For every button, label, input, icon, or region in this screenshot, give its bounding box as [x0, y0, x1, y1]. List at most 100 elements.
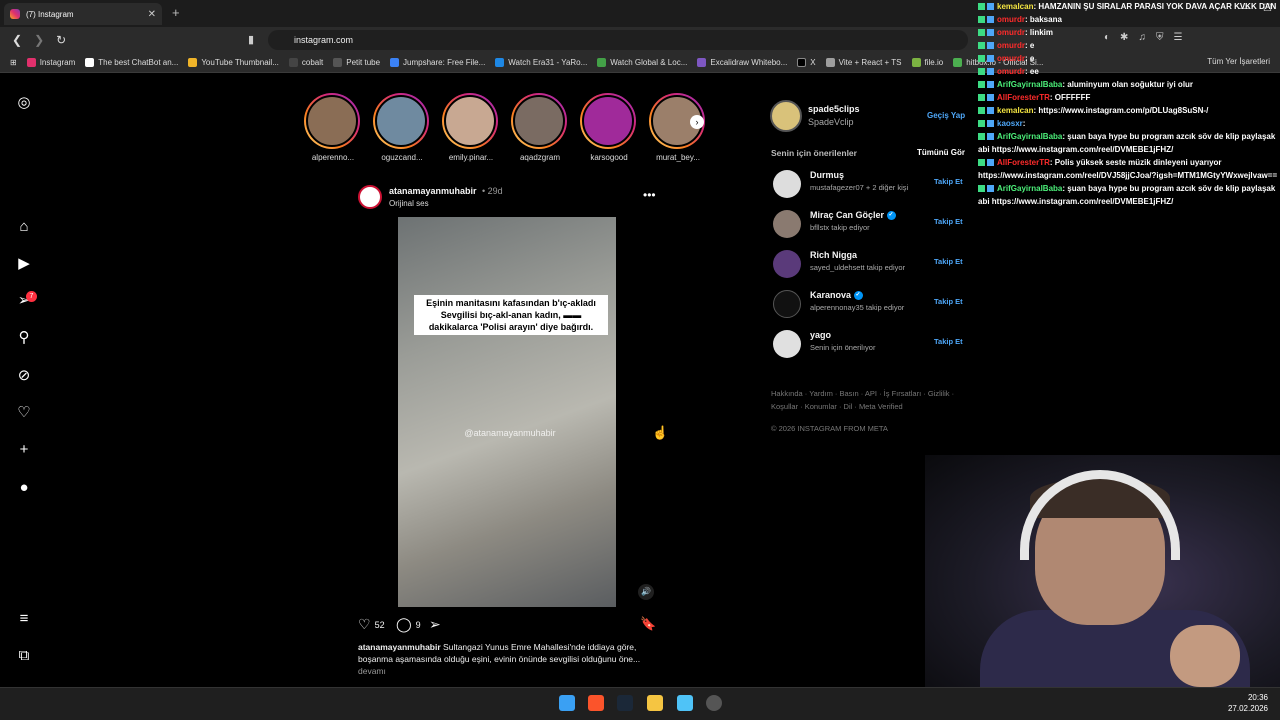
apps-grid-icon[interactable]: ⧉ [14, 646, 34, 666]
bookmark-item[interactable]: X [797, 58, 816, 67]
new-tab-icon[interactable]: + [172, 5, 180, 20]
home-icon[interactable]: ⌂ [14, 217, 34, 237]
tab-title: (7) Instagram [26, 9, 74, 19]
post-time: • 29d [482, 186, 503, 196]
browser-tab[interactable]: (7) Instagram ✕ [4, 3, 162, 25]
start-icon[interactable] [559, 695, 575, 711]
bookmark-item[interactable]: Jumpshare: Free File... [390, 58, 485, 67]
bookmark-item[interactable]: Instagram [26, 58, 75, 67]
switch-account-link[interactable]: Geçiş Yap [927, 111, 965, 120]
create-icon[interactable]: + [14, 440, 34, 460]
bookmark-item[interactable]: Watch Global & Loc... [597, 58, 687, 67]
bookmark-item[interactable]: Vite + React + TS [825, 58, 902, 67]
my-username[interactable]: spade5clips [808, 104, 860, 114]
suggestion-item: Rich Nigga sayed_uldehsett takip ediyor … [773, 250, 963, 280]
follow-button[interactable]: Takip Et [934, 217, 963, 226]
avatar[interactable] [773, 250, 801, 278]
story-item[interactable]: emily.pinar... [442, 93, 500, 162]
verified-icon: ✓ [886, 211, 896, 221]
chat-message: AllForesterTR: Polis yüksek seste müzik … [978, 158, 1278, 180]
avatar[interactable] [773, 290, 801, 318]
share-button[interactable]: ➢ [429, 616, 441, 633]
avatar[interactable] [773, 330, 801, 358]
chat-message: omurdr: linkim [973, 26, 1280, 39]
reload-icon[interactable]: ↻ [56, 33, 66, 47]
chat-message: omurdr: baksana [973, 13, 1280, 26]
address-bar[interactable]: instagram.com [268, 30, 968, 50]
caption-more-link[interactable]: devamı [358, 666, 386, 676]
close-tab-icon[interactable]: ✕ [148, 9, 156, 20]
chat-message: omurdr: e [973, 39, 1280, 52]
my-avatar[interactable] [770, 100, 802, 132]
video-frame[interactable] [398, 217, 616, 607]
forward-icon[interactable]: ❯ [34, 33, 44, 47]
story-item[interactable]: oguzcand... [373, 93, 431, 162]
follow-button[interactable]: Takip Et [934, 337, 963, 346]
heart-icon: ♡ [358, 616, 371, 632]
search-icon[interactable]: ⚲ [14, 328, 34, 348]
notification-badge: 7 [26, 291, 37, 302]
post-audio[interactable]: Orijinal ses [389, 199, 429, 208]
chat-message: kaosxr: [973, 117, 1280, 130]
reels-icon[interactable]: ▶ [14, 254, 34, 274]
steam-icon[interactable] [617, 695, 633, 711]
bookmark-item[interactable]: Watch Era31 - YaRo... [495, 58, 587, 67]
brave-browser-icon[interactable] [588, 695, 604, 711]
story-item[interactable]: alperenno... [304, 93, 362, 162]
heart-icon[interactable]: ♡ [14, 403, 34, 423]
bookmark-item[interactable]: Petit tube [333, 58, 380, 67]
bookmark-item[interactable]: cobalt [288, 58, 323, 67]
post-author-avatar[interactable] [358, 185, 382, 209]
avatar[interactable] [773, 210, 801, 238]
chat-message: ArifGayirnalBaba: şuan baya hype bu prog… [978, 132, 1276, 154]
comment-count: 9 [415, 619, 421, 630]
more-menu-icon[interactable]: ≡ [14, 609, 34, 629]
see-all-link[interactable]: Tümünü Gör [917, 148, 965, 157]
back-icon[interactable]: ❮ [12, 33, 22, 47]
bookmark-item[interactable]: Excalidraw Whitebo... [697, 58, 787, 67]
verified-icon: ✓ [853, 291, 863, 301]
follow-button[interactable]: Takip Et [934, 297, 963, 306]
chat-message: AllForesterTR: OFFFFFF [973, 91, 1280, 104]
caption-username[interactable]: atanamayanmuhabir [358, 642, 441, 652]
my-full-name: SpadeVclip [808, 117, 854, 127]
system-clock[interactable]: 20:36 27.02.2026 [1228, 692, 1268, 714]
bookmark-item[interactable]: YouTube Thumbnail... [188, 58, 279, 67]
windows-taskbar [0, 687, 1280, 720]
footer-links[interactable]: Hakkında · Yardım · Basın · API · İş Fır… [771, 387, 961, 413]
profile-avatar[interactable]: ● [14, 478, 34, 498]
follow-button[interactable]: Takip Et [934, 257, 963, 266]
app-icon[interactable] [706, 695, 722, 711]
like-button[interactable]: ♡ 52 [358, 616, 385, 633]
volume-icon[interactable]: 🔊 [638, 584, 654, 600]
follow-button[interactable]: Takip Et [934, 177, 963, 186]
chat-message: omurdr: e [973, 52, 1280, 65]
app-icon[interactable] [677, 695, 693, 711]
more-options-icon[interactable]: ••• [643, 188, 656, 202]
story-item[interactable]: karsogood [580, 93, 638, 162]
suggestion-item: Miraç Can Göçler ✓ bfllstx takip ediyor … [773, 210, 963, 240]
bookmark-item[interactable]: The best ChatBot an... [85, 58, 178, 67]
bookmark-item[interactable]: file.io [911, 58, 943, 67]
like-count: 52 [374, 619, 385, 630]
avatar[interactable] [773, 170, 801, 198]
suggestion-item: yago Senin için önerilıyor Takip Et [773, 330, 963, 360]
instagram-logo-icon[interactable]: ◎ [14, 93, 34, 113]
url-text: instagram.com [294, 35, 354, 45]
video-watermark: @atanamayanmuhabir [464, 428, 556, 438]
post-caption: atanamayanmuhabir Sultangazi Yunus Emre … [358, 641, 668, 677]
mouse-cursor-icon: ☝ [652, 425, 669, 440]
file-explorer-icon[interactable] [647, 695, 663, 711]
instagram-sidebar: ◎ ⌂ ▶ ➢ ⚲ ⊘ ♡ + ● ≡ ⧉ [0, 73, 48, 687]
bookmark-page-icon[interactable]: ▮ [248, 33, 254, 46]
story-item[interactable]: aqadzgram [511, 93, 569, 162]
comment-icon: ◯ [396, 616, 412, 632]
stories-next-icon[interactable]: › [690, 115, 704, 129]
apps-icon[interactable]: ⊞ [10, 58, 17, 67]
post-username[interactable]: atanamayanmuhabir [389, 186, 477, 196]
video-caption-overlay: Eşinin manitasını kafasından b'ıç-akladı… [414, 295, 608, 335]
save-icon[interactable]: 🔖 [640, 616, 656, 632]
comment-button[interactable]: ◯ 9 [396, 616, 421, 633]
copyright: © 2026 INSTAGRAM FROM META [771, 424, 888, 433]
explore-icon[interactable]: ⊘ [14, 366, 34, 386]
